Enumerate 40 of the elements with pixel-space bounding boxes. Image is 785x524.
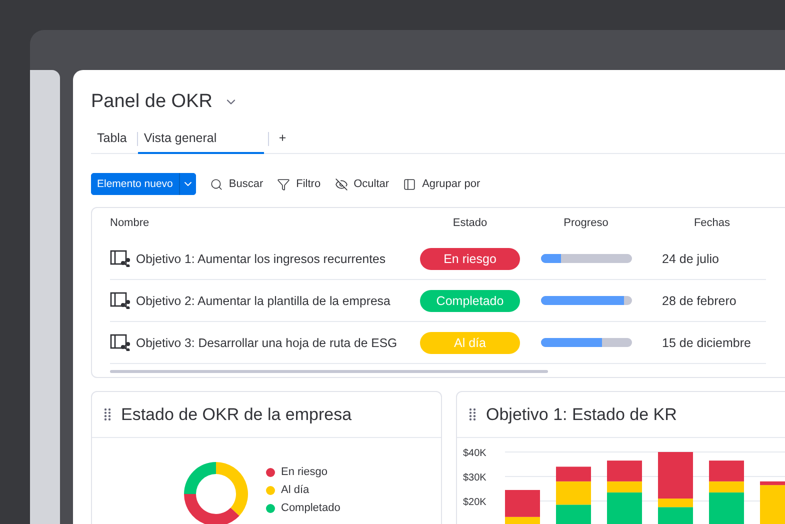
- column-header: Nombre: [110, 217, 150, 229]
- widget-title: Objetivo 1: Estado de KR: [486, 404, 677, 424]
- legend-label: Al día: [281, 484, 310, 496]
- view-tab[interactable]: Vista general: [138, 124, 264, 154]
- new-item-dropdown[interactable]: [178, 173, 196, 195]
- board-title: Panel de OKR: [91, 91, 212, 113]
- column-header: Fechas: [694, 217, 730, 229]
- horizontal-scrollbar[interactable]: [110, 370, 548, 373]
- new-item-button[interactable]: Elemento nuevo: [91, 173, 196, 195]
- board-share-icon: [110, 250, 130, 267]
- axis-label: $30K: [463, 472, 486, 484]
- toolbar-action[interactable]: Agrupar por: [403, 178, 480, 190]
- view-tab[interactable]: +: [268, 124, 296, 154]
- board-share-icon: [110, 292, 130, 309]
- item-name[interactable]: Objetivo 2: Aumentar la plantilla de la empresa: [136, 294, 390, 308]
- status-label[interactable]: En riesgo: [420, 248, 520, 270]
- date-cell-text: 28 de febrero: [661, 294, 738, 308]
- legend-label: En riesgo: [281, 466, 328, 478]
- toolbar-action[interactable]: Ocultar: [334, 178, 390, 190]
- axis-label: $40K: [463, 448, 486, 459]
- bar-segment: [556, 504, 591, 524]
- date-cell-text: 15 de diciembre: [661, 336, 752, 350]
- widget-title: Estado de OKR de la empresa: [121, 404, 352, 424]
- date-cell-text: 24 de julio: [661, 252, 720, 266]
- view-tab[interactable]: Tabla: [91, 124, 133, 154]
- drag-handle-icon[interactable]: [104, 408, 111, 421]
- column-header: Estado: [452, 217, 488, 229]
- item-name[interactable]: Objetivo 1: Aumentar los ingresos recurrentes: [136, 252, 386, 266]
- filter-icon: [277, 178, 290, 190]
- toolbar-action[interactable]: Buscar: [210, 178, 264, 190]
- board-share-icon: [110, 334, 130, 351]
- item-name[interactable]: Objetivo 3: Desarrollar una hoja de ruta de ESG: [136, 336, 398, 350]
- drag-handle-icon[interactable]: [469, 408, 476, 421]
- column-header: Progreso: [564, 217, 608, 229]
- panel-icon: [403, 178, 416, 190]
- eye-slash-icon: [334, 178, 348, 190]
- search-icon: [210, 178, 223, 190]
- toolbar-action[interactable]: Filtro: [277, 178, 321, 190]
- axis-label: $20K: [463, 497, 486, 508]
- legend-label: Completado: [281, 502, 340, 514]
